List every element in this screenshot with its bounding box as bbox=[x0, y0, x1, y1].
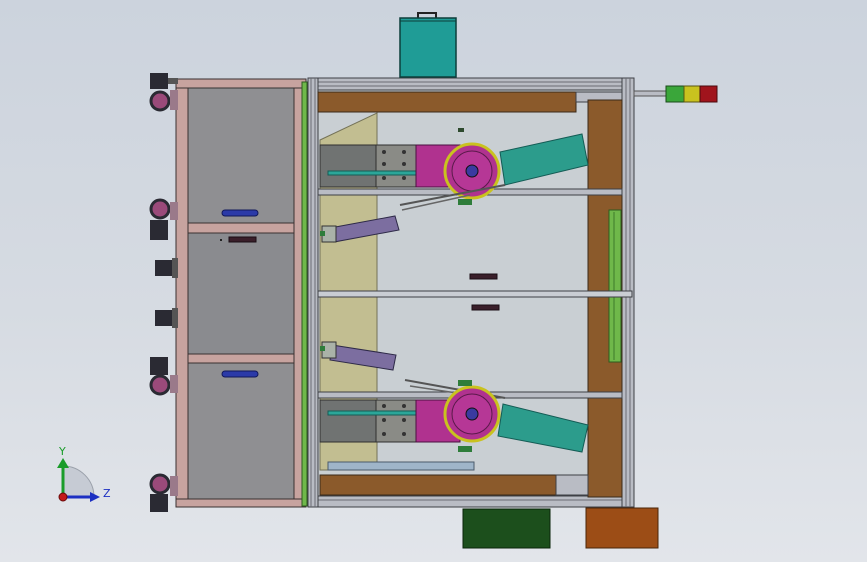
cabinet-panel-middle bbox=[179, 232, 295, 356]
green-rail bbox=[608, 209, 622, 363]
cabinet-panel-lower bbox=[187, 362, 295, 500]
machine-frame[interactable] bbox=[307, 77, 635, 508]
bottom-beam bbox=[307, 495, 635, 508]
caster-upper-mid bbox=[149, 198, 178, 240]
caster-bottom bbox=[149, 473, 178, 512]
signal-tower[interactable] bbox=[633, 85, 718, 103]
triad-quadrant bbox=[62, 465, 95, 498]
wood-board-bottom-end bbox=[555, 474, 589, 496]
door-handle-lower bbox=[221, 370, 259, 378]
cabinet-rail-1 bbox=[175, 222, 299, 234]
cabinet-rail-bottom bbox=[175, 498, 307, 508]
cabinet-slot-dot bbox=[220, 239, 222, 241]
wood-board-bottom bbox=[319, 474, 557, 496]
left-upright bbox=[307, 77, 319, 508]
caster-top bbox=[149, 73, 178, 112]
triad-z-label: Z bbox=[103, 487, 111, 500]
coordinate-triad: Y Z bbox=[57, 445, 111, 502]
bottom-dark-green-box[interactable] bbox=[462, 508, 551, 549]
door-handle-upper bbox=[221, 209, 259, 217]
top-control-box[interactable] bbox=[399, 12, 457, 78]
cad-viewport[interactable]: Y Z bbox=[0, 0, 867, 562]
top-beam bbox=[307, 77, 635, 91]
cabinet-top-strip bbox=[175, 78, 307, 89]
tower-light-yellow bbox=[683, 85, 701, 103]
cabinet-rail-2 bbox=[175, 353, 299, 364]
foot-mid-2 bbox=[155, 308, 178, 328]
cabinet-left-post bbox=[175, 87, 189, 500]
bottom-brown-box[interactable] bbox=[585, 507, 659, 549]
cabinet-right-post bbox=[293, 87, 303, 500]
cabinet-panel-upper bbox=[187, 87, 295, 224]
assembly-drawing: Y Z bbox=[57, 12, 718, 549]
casters bbox=[149, 73, 178, 512]
wood-board-top bbox=[317, 91, 577, 113]
foot-mid-1 bbox=[155, 258, 178, 278]
middle-slot-1 bbox=[469, 273, 498, 280]
tower-light-green bbox=[665, 85, 685, 103]
tower-light-red bbox=[699, 85, 718, 103]
cabinet-green-strip bbox=[301, 81, 308, 507]
triad-x-origin bbox=[58, 492, 68, 502]
triad-y-label: Y bbox=[58, 445, 66, 458]
caster-lower-mid bbox=[149, 357, 178, 396]
cabinet-slot-1 bbox=[228, 236, 257, 243]
cross-beam-middle bbox=[317, 290, 633, 298]
tower-pole bbox=[633, 90, 669, 97]
left-cabinet[interactable] bbox=[175, 78, 308, 508]
blue-plate-bottom bbox=[327, 461, 475, 471]
middle-slot-2 bbox=[471, 304, 500, 311]
